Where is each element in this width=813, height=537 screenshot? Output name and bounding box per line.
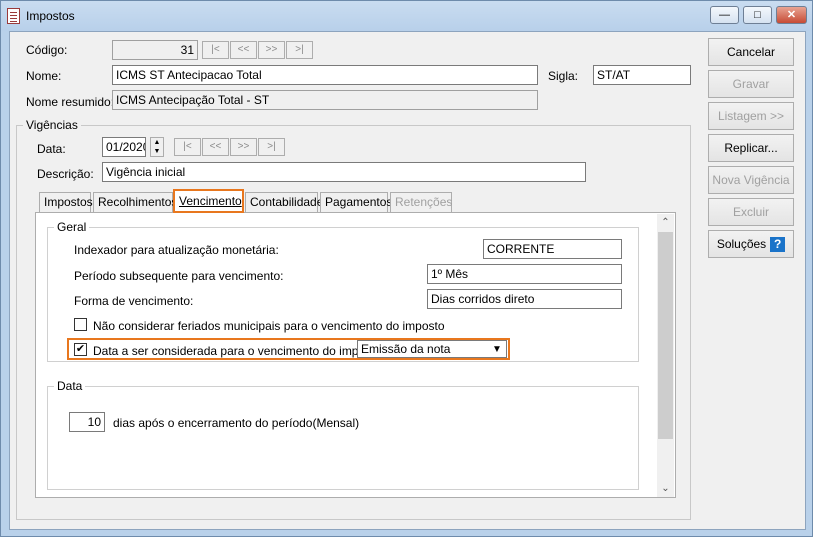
scroll-up-icon[interactable]: ⌃: [657, 214, 674, 231]
vigencias-title: Vigências: [23, 118, 81, 132]
first-record-button[interactable]: |<: [202, 41, 229, 59]
data-group-title: Data: [54, 379, 86, 393]
minimize-button[interactable]: —: [710, 6, 739, 24]
tab-contabilidade[interactable]: Contabilidade: [245, 192, 323, 212]
indexador-field[interactable]: CORRENTE: [483, 239, 622, 259]
replicar-button[interactable]: Replicar...: [708, 134, 794, 162]
tab-recolhimentos[interactable]: Recolhimentos: [93, 192, 177, 212]
data-spinner[interactable]: ▲ ▼: [150, 137, 164, 157]
title-bar: Impostos — □ ✕: [1, 1, 812, 31]
listagem-button[interactable]: Listagem >>: [708, 102, 794, 130]
impostos-window: Impostos — □ ✕ Código: 31 |< << >> >| No…: [0, 0, 813, 537]
data-group: Data: [47, 379, 639, 490]
solucoes-button[interactable]: Soluções?: [708, 230, 794, 258]
descricao-field[interactable]: Vigência inicial: [102, 162, 586, 182]
codigo-field[interactable]: 31: [112, 40, 198, 60]
cancelar-button[interactable]: Cancelar: [708, 38, 794, 66]
help-icon: ?: [770, 237, 786, 253]
vigencia-first-button[interactable]: |<: [174, 138, 201, 156]
excluir-vigencia-button[interactable]: Excluir Vigência: [708, 198, 794, 245]
maximize-button[interactable]: □: [743, 6, 772, 24]
data-label: Data:: [37, 142, 66, 156]
previous-record-button[interactable]: <<: [230, 41, 257, 59]
sigla-field[interactable]: ST/AT: [593, 65, 691, 85]
vertical-scrollbar[interactable]: ⌃ ⌄: [657, 214, 674, 497]
spin-down-icon[interactable]: ▼: [151, 147, 163, 156]
nova-vigencia-button[interactable]: Nova Vigência: [708, 166, 794, 194]
data-considerada-value: Emissão da nota: [361, 342, 451, 356]
close-button[interactable]: ✕: [776, 6, 807, 24]
dias-field[interactable]: 10: [69, 412, 105, 432]
vigencia-next-button[interactable]: >>: [230, 138, 257, 156]
descricao-label: Descrição:: [37, 167, 94, 181]
forma-field[interactable]: Dias corridos direto: [427, 289, 622, 309]
nome-field[interactable]: ICMS ST Antecipacao Total: [112, 65, 538, 85]
tab-pagamentos[interactable]: Pagamentos: [320, 192, 392, 212]
tab-vencimento-label: Vencimento: [179, 194, 242, 208]
nome-label: Nome:: [26, 69, 62, 83]
dias-label: dias após o encerramento do período(Mens…: [113, 416, 360, 430]
nome-resumido-label: Nome resumido:: [26, 95, 115, 109]
next-record-button[interactable]: >>: [258, 41, 285, 59]
tab-impostos[interactable]: Impostos: [39, 192, 93, 212]
tab-vencimento[interactable]: Vencimento: [173, 189, 244, 213]
window-title: Impostos: [26, 9, 75, 23]
solucoes-label: Soluções: [716, 237, 767, 251]
sigla-label: Sigla:: [548, 69, 579, 83]
indexador-label: Indexador para atualização monetária:: [74, 243, 279, 257]
codigo-label: Código:: [26, 43, 68, 57]
tab-retencoes[interactable]: Retenções: [390, 192, 452, 212]
gravar-button[interactable]: Gravar: [708, 70, 794, 98]
feriados-checkbox[interactable]: [74, 318, 87, 331]
data-considerada-select[interactable]: Emissão da nota ▼: [357, 340, 507, 358]
periodo-label: Período subsequente para vencimento:: [74, 269, 284, 283]
last-record-button[interactable]: >|: [286, 41, 313, 59]
data-field[interactable]: 01/2020: [102, 137, 146, 157]
vencimento-panel: Geral Indexador para atualização monetár…: [35, 212, 676, 498]
feriados-label: Não considerar feriados municipais para …: [93, 319, 445, 333]
vigencia-previous-button[interactable]: <<: [202, 138, 229, 156]
client-area: Código: 31 |< << >> >| Nome: ICMS ST Ant…: [9, 31, 806, 530]
scroll-thumb[interactable]: [658, 232, 673, 439]
vigencia-last-button[interactable]: >|: [258, 138, 285, 156]
data-considerada-label: Data a ser considerada para o vencimento…: [93, 344, 385, 358]
scroll-down-icon[interactable]: ⌄: [657, 480, 674, 497]
periodo-field[interactable]: 1º Mês: [427, 264, 622, 284]
forma-label: Forma de vencimento:: [74, 294, 194, 308]
chevron-down-icon: ▼: [492, 344, 502, 355]
data-considerada-checkbox[interactable]: ✔: [74, 343, 87, 356]
document-icon: [7, 8, 20, 24]
geral-title: Geral: [54, 220, 90, 234]
spin-up-icon[interactable]: ▲: [151, 138, 163, 147]
nome-resumido-field[interactable]: ICMS Antecipação Total - ST: [112, 90, 538, 110]
